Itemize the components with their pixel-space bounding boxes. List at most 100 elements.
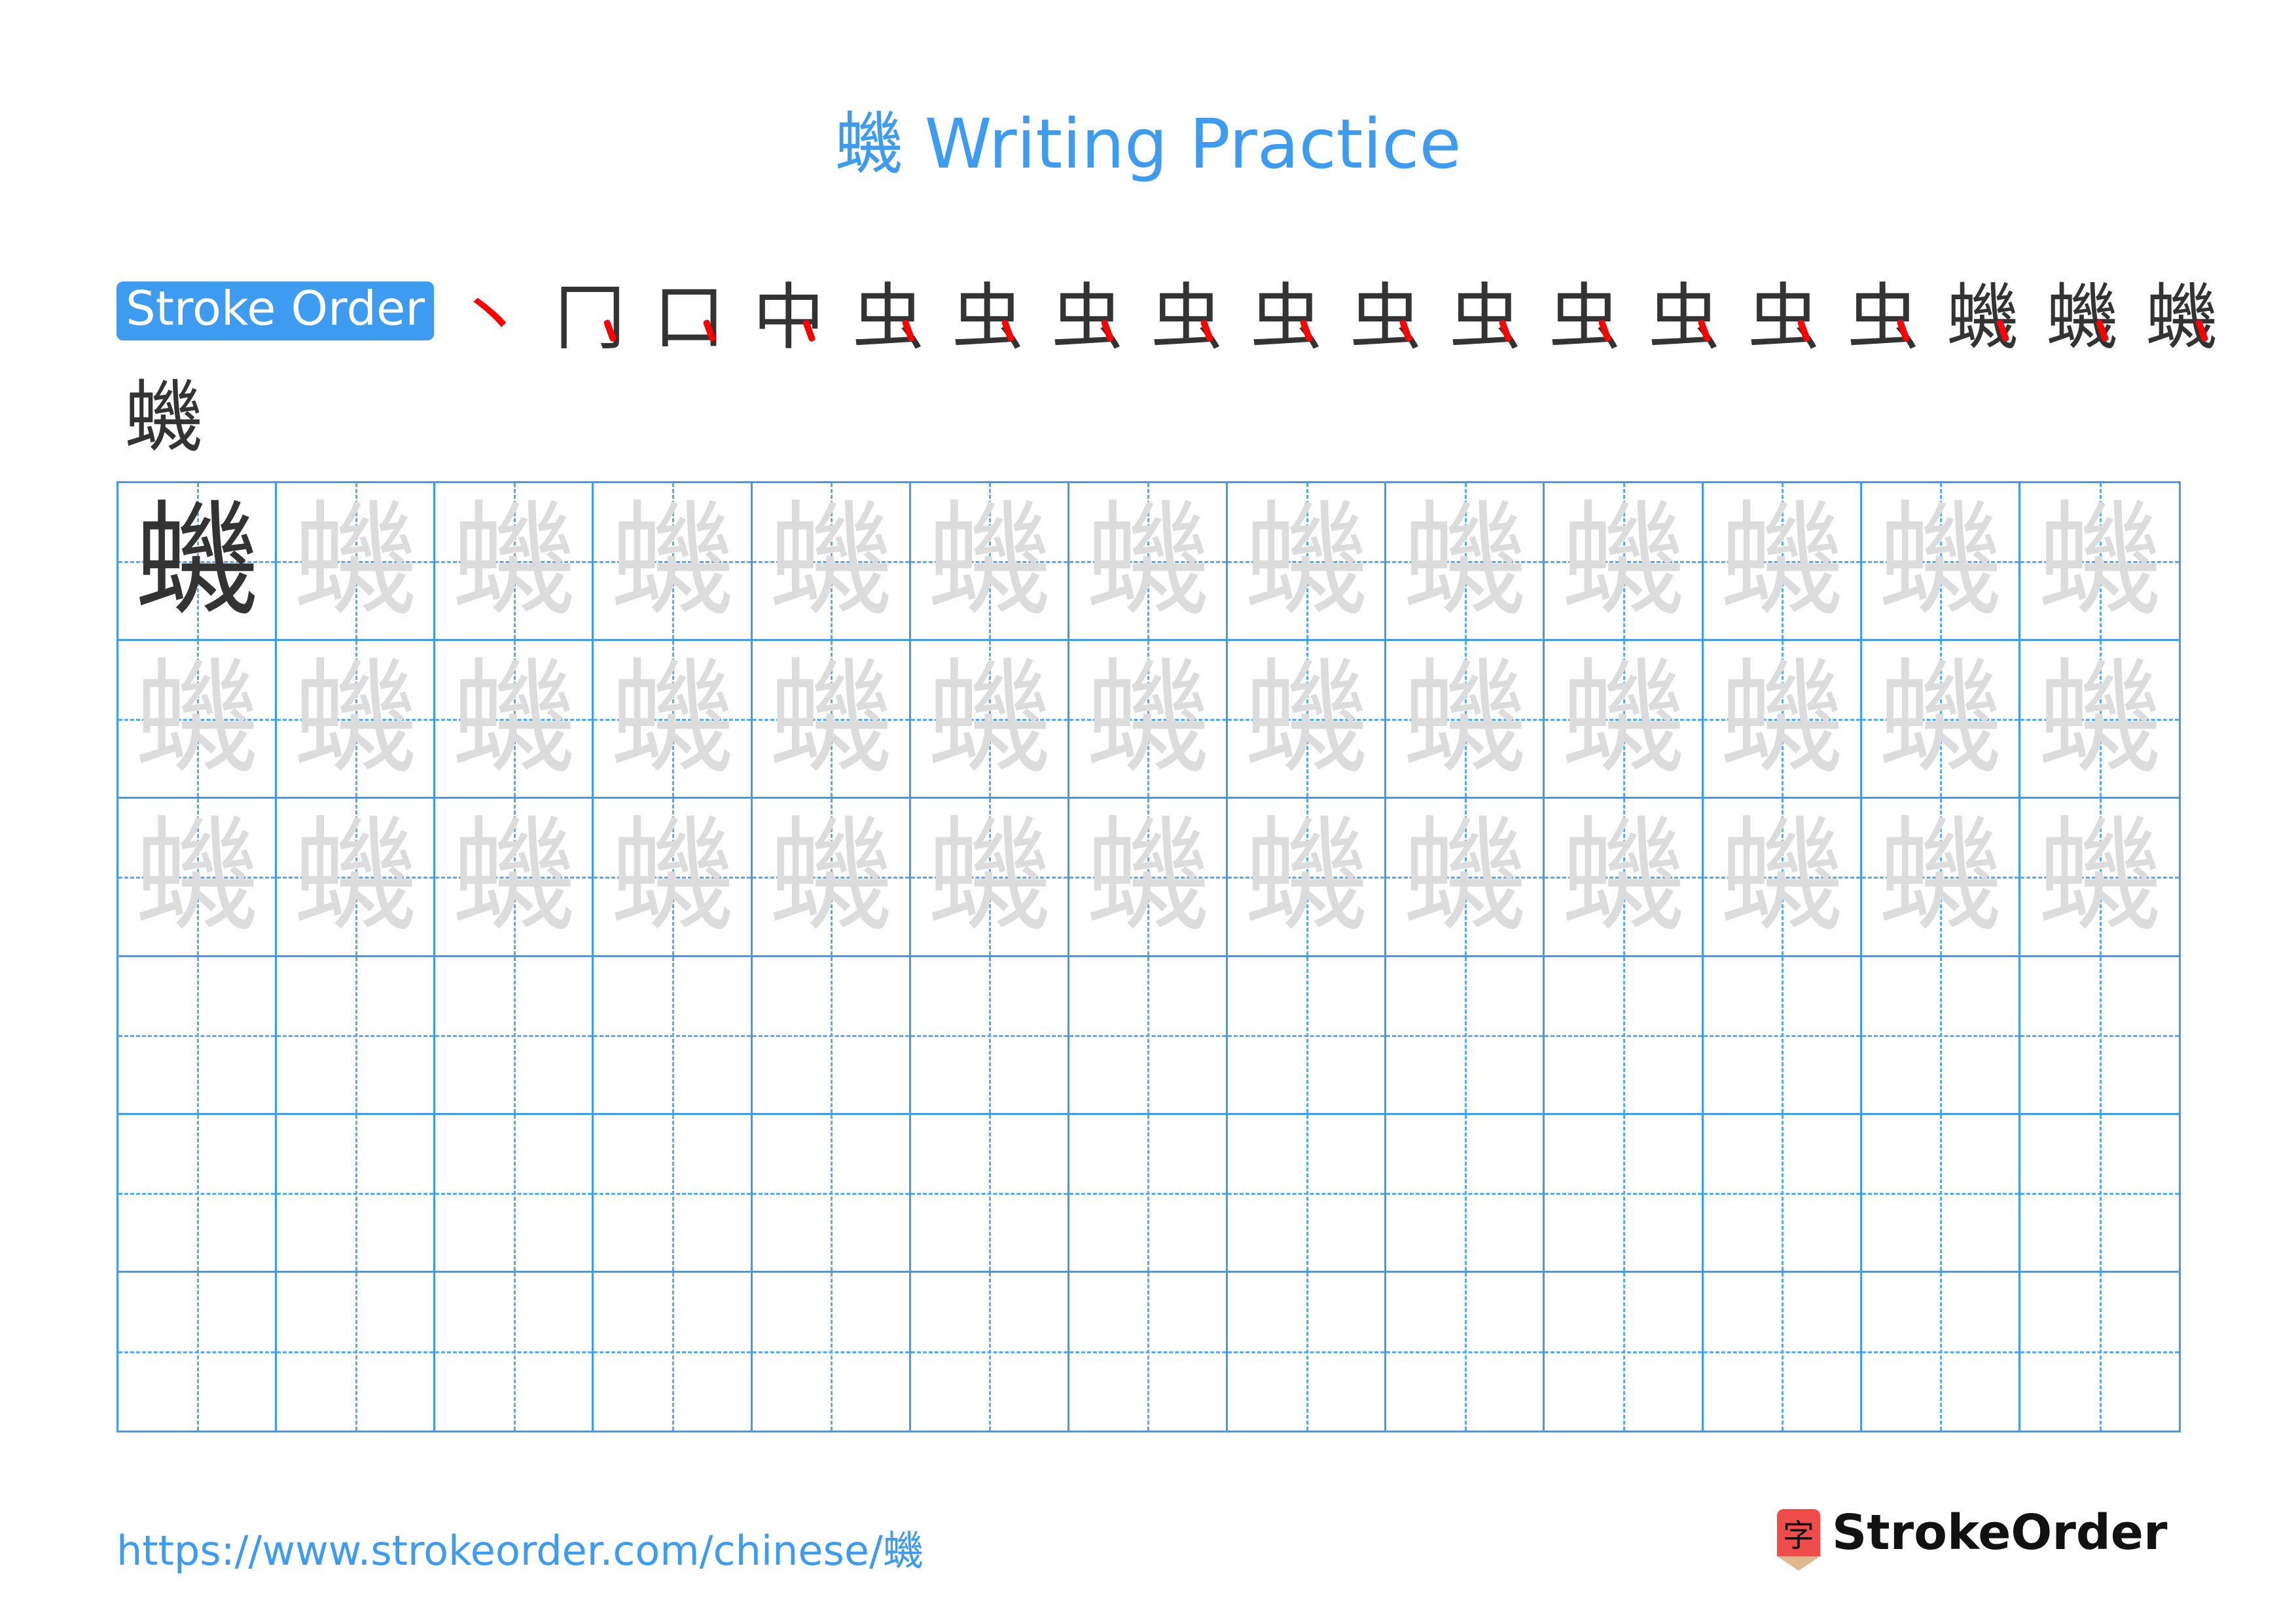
stroke-step-glyph: 丶 — [454, 276, 526, 359]
trace-character: 蟣 — [2037, 488, 2162, 634]
practice-cell — [752, 957, 911, 1115]
practice-cell — [1545, 1114, 1704, 1273]
stroke-step: 虫 — [1336, 262, 1435, 360]
practice-cell: 蟣 — [2020, 483, 2179, 642]
pencil-logo-icon: 字 — [1777, 1509, 1820, 1556]
practice-cell — [2020, 957, 2179, 1115]
practice-cell — [1386, 957, 1545, 1115]
stroke-step: 冂 — [540, 262, 639, 360]
practice-cell: 蟣 — [1545, 799, 1704, 957]
trace-character: 蟣 — [610, 488, 735, 634]
practice-cell: 蟣 — [1545, 641, 1704, 799]
practice-cell — [1703, 1114, 1862, 1273]
trace-character: 蟣 — [768, 804, 893, 949]
practice-cell — [594, 957, 753, 1115]
practice-cell — [752, 1114, 911, 1273]
stroke-step-glyph: 口 — [653, 276, 725, 359]
logo-text: StrokeOrder — [1832, 1504, 2168, 1561]
trace-character: 蟣 — [927, 804, 1052, 949]
practice-cell: 蟣 — [118, 641, 278, 799]
trace-character: 蟣 — [1719, 488, 1844, 634]
trace-character: 蟣 — [768, 646, 893, 792]
trace-character: 蟣 — [293, 804, 418, 949]
practice-cell — [1069, 957, 1229, 1115]
practice-cell — [1545, 957, 1704, 1115]
stroke-step: 中 — [739, 262, 838, 360]
stroke-step: 蟣 — [2032, 262, 2132, 360]
practice-cell: 蟣 — [118, 799, 278, 957]
stroke-step: 虫 — [1236, 262, 1336, 360]
practice-cell — [910, 957, 1069, 1115]
practice-cell: 蟣 — [435, 641, 594, 799]
trace-character: 蟣 — [610, 646, 735, 792]
stroke-step-glyph: 虫 — [1050, 276, 1123, 359]
practice-cell: 蟣 — [435, 799, 594, 957]
practice-cell: 蟣 — [1545, 483, 1704, 642]
practice-cell: 蟣 — [910, 483, 1069, 642]
source-url-link[interactable]: https://www.strokeorder.com/chinese/蟣 — [117, 1518, 924, 1577]
trace-character: 蟣 — [2037, 646, 2162, 792]
stroke-step-glyph: 中 — [752, 276, 825, 359]
practice-cell: 蟣 — [752, 483, 911, 642]
stroke-step: 丶 — [440, 262, 540, 360]
trace-character: 蟣 — [293, 488, 418, 634]
stroke-step-glyph: 蟣 — [1946, 276, 2018, 359]
trace-character: 蟣 — [768, 488, 893, 634]
trace-character: 蟣 — [2037, 804, 2162, 949]
trace-character: 蟣 — [1560, 488, 1685, 634]
stroke-step-glyph: 虫 — [1249, 276, 1322, 359]
trace-character: 蟣 — [1085, 488, 1210, 634]
stroke-step-glyph: 蟣 — [2145, 276, 2217, 359]
practice-cell — [1703, 957, 1862, 1115]
trace-character: 蟣 — [134, 804, 259, 949]
practice-cell — [435, 1272, 594, 1431]
practice-cell: 蟣 — [1069, 799, 1229, 957]
strokeorder-logo[interactable]: 字 StrokeOrder — [1777, 1504, 2167, 1561]
trace-character: 蟣 — [451, 646, 576, 792]
stroke-step: 虫 — [838, 262, 938, 360]
practice-cell — [1386, 1272, 1545, 1431]
trace-character: 蟣 — [451, 488, 576, 634]
stroke-step-glyph: 虫 — [951, 276, 1024, 359]
stroke-step-glyph: 虫 — [1349, 276, 1422, 359]
practice-cell — [2020, 1272, 2179, 1431]
practice-cell: 蟣 — [1228, 641, 1387, 799]
practice-cell — [277, 1114, 436, 1273]
practice-cell: 蟣 — [1703, 483, 1862, 642]
stroke-step: 虫 — [938, 262, 1037, 360]
practice-cell: 蟣 — [594, 641, 753, 799]
stroke-step: 虫 — [1833, 262, 1933, 360]
trace-character: 蟣 — [1244, 804, 1369, 949]
trace-character: 蟣 — [1402, 488, 1527, 634]
stroke-step-glyph: 虫 — [1846, 276, 1919, 359]
practice-cell: 蟣 — [1228, 483, 1387, 642]
practice-cell: 蟣 — [1386, 799, 1545, 957]
practice-cell — [594, 1272, 753, 1431]
trace-character: 蟣 — [451, 804, 576, 949]
trace-character: 蟣 — [1085, 804, 1210, 949]
practice-grid: 蟣蟣蟣蟣蟣蟣蟣蟣蟣蟣蟣蟣蟣蟣蟣蟣蟣蟣蟣蟣蟣蟣蟣蟣蟣蟣蟣蟣蟣蟣蟣蟣蟣蟣蟣蟣蟣蟣蟣 — [117, 481, 2181, 1432]
stroke-step-glyph: 虫 — [1150, 276, 1223, 359]
trace-character: 蟣 — [1244, 646, 1369, 792]
practice-cell: 蟣 — [1069, 483, 1229, 642]
stroke-step-glyph: 虫 — [1548, 276, 1621, 359]
practice-cell: 蟣 — [1386, 483, 1545, 642]
practice-cell — [910, 1114, 1069, 1273]
page-title: 蟣 Writing Practice — [834, 104, 1462, 184]
practice-cell — [752, 1272, 911, 1431]
stroke-step-list: 丶冂口中虫虫虫虫虫虫虫虫虫虫虫蟣蟣蟣 — [440, 262, 2231, 360]
model-character: 蟣 — [134, 488, 259, 634]
practice-cell — [594, 1114, 753, 1273]
trace-character: 蟣 — [1878, 646, 2003, 792]
practice-cell — [118, 1114, 278, 1273]
practice-cell: 蟣 — [594, 799, 753, 957]
practice-cell — [910, 1272, 1069, 1431]
practice-cell: 蟣 — [1861, 641, 2020, 799]
practice-cell: 蟣 — [1703, 799, 1862, 957]
stroke-step: 虫 — [1734, 262, 1833, 360]
practice-cell: 蟣 — [1861, 483, 2020, 642]
practice-cell — [2020, 1114, 2179, 1273]
practice-cell: 蟣 — [910, 799, 1069, 957]
trace-character: 蟣 — [1719, 804, 1844, 949]
stroke-step-glyph: 蟣 — [2045, 276, 2118, 359]
